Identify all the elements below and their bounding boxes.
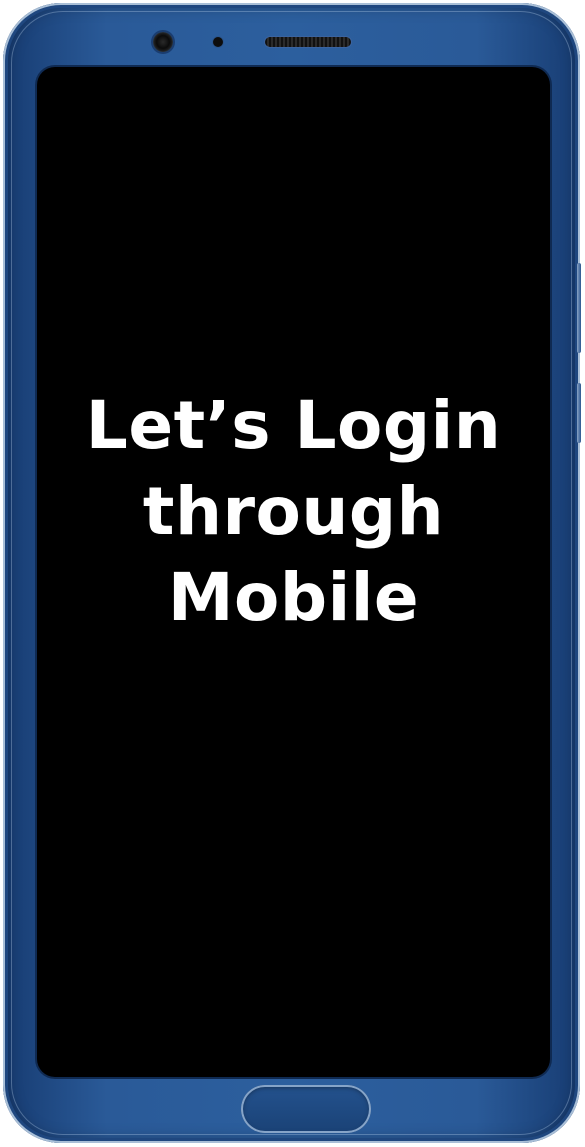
login-headline: Let’s Login through Mobile	[85, 387, 502, 636]
top-bezel	[3, 21, 580, 61]
front-camera-icon	[153, 32, 173, 52]
home-button[interactable]	[241, 1085, 371, 1133]
phone-frame: Let’s Login through Mobile	[3, 3, 581, 1143]
phone-screen: Let’s Login through Mobile	[37, 67, 550, 1077]
earpiece-speaker-icon	[265, 37, 351, 47]
power-button[interactable]	[577, 383, 581, 443]
proximity-sensor-icon	[213, 37, 223, 47]
volume-button[interactable]	[577, 263, 581, 353]
